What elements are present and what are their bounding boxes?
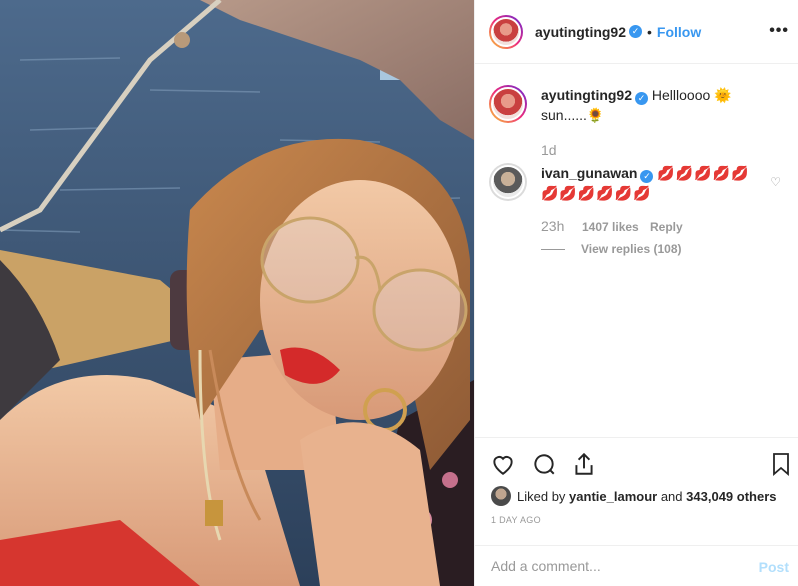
post-button[interactable]: Post: [759, 559, 789, 575]
bookmark-icon[interactable]: [769, 451, 793, 477]
caption-avatar[interactable]: [489, 85, 527, 123]
post-photo[interactable]: [0, 0, 474, 586]
liker-username[interactable]: yantie_lamour: [569, 489, 657, 504]
caption: ayutingting92 ✓ Hellloooo 🌞 sun......🌻: [489, 85, 755, 125]
comment-meta: 23h: [541, 218, 564, 234]
comment-username[interactable]: ivan_gunawan: [541, 165, 637, 181]
follow-button[interactable]: Follow: [657, 24, 701, 40]
caption-username[interactable]: ayutingting92: [541, 87, 632, 103]
comment-likes[interactable]: 1407 likes: [582, 220, 639, 234]
comment-avatar[interactable]: [489, 163, 527, 201]
photo-illustration: [0, 0, 474, 586]
likes-others[interactable]: 343,049 others: [686, 489, 776, 504]
likes-prefix: Liked by: [517, 488, 566, 504]
comment-input[interactable]: [491, 558, 741, 574]
verified-badge-icon: ✓: [635, 92, 649, 105]
reply-button[interactable]: Reply: [650, 220, 683, 234]
view-replies-label: View replies (108): [581, 242, 682, 256]
reply-line: [541, 249, 565, 251]
post-header: ayutingting92 ✓ • Follow •••: [475, 0, 798, 64]
likes-conjunction: and: [660, 488, 683, 504]
verified-badge-icon: ✓: [629, 25, 643, 38]
comments-section: ayutingting92 ✓ Hellloooo 🌞 sun......🌻 1d…: [475, 65, 798, 437]
post-sidebar: ayutingting92 ✓ • Follow ••• ayutingting…: [474, 0, 798, 586]
separator-dot: •: [647, 23, 652, 40]
comment: ivan_gunawan ✓ 💋💋💋💋💋💋💋💋💋💋💋: [489, 163, 755, 203]
comment-bubble-icon[interactable]: [531, 451, 557, 477]
comment-like-heart-icon[interactable]: ♡: [770, 175, 781, 189]
post-timestamp[interactable]: 1 DAY AGO: [491, 515, 541, 525]
heart-icon[interactable]: [490, 451, 516, 477]
likes-summary: Liked by yantie_lamour and 343,049 other…: [491, 486, 777, 506]
liker-avatar[interactable]: [491, 486, 511, 506]
action-bar: [475, 437, 798, 491]
author-username[interactable]: ayutingting92: [535, 24, 626, 40]
verified-badge-icon: ✓: [640, 170, 654, 183]
comment-age[interactable]: 23h: [541, 218, 564, 234]
share-icon[interactable]: [571, 451, 597, 477]
caption-age[interactable]: 1d: [541, 142, 557, 158]
author-avatar[interactable]: [489, 14, 523, 49]
add-comment-bar: Post: [475, 545, 798, 586]
view-replies[interactable]: View replies (108): [541, 242, 682, 256]
more-options-icon[interactable]: •••: [769, 22, 789, 40]
